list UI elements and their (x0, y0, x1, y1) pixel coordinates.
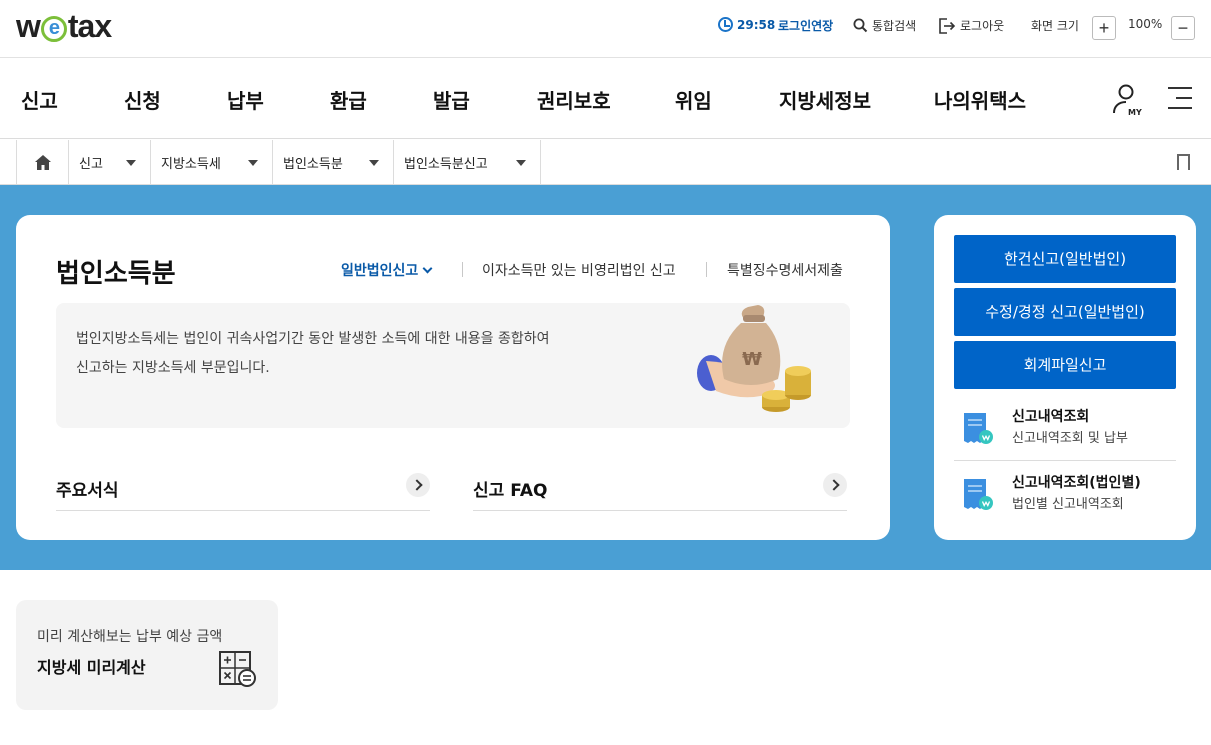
hamburger-menu-icon[interactable] (1168, 87, 1192, 111)
nav-item-local-tax-info[interactable]: 지방세정보 (779, 85, 871, 114)
logout-label: 로그아웃 (960, 19, 1005, 33)
money-bag-illustration: ₩ (697, 305, 811, 412)
document-search-icon (964, 479, 993, 510)
bookmark-icon[interactable] (1177, 154, 1190, 176)
breadcrumb-label: 신고 (79, 156, 103, 172)
timer-value: 29:58 (737, 17, 776, 32)
my-page-button[interactable]: MY (1112, 83, 1144, 117)
global-navigation: 신고 신청 납부 환급 발급 권리보호 위임 지방세정보 나의위택스 MY (0, 59, 1211, 139)
caret-down-icon (369, 160, 379, 166)
breadcrumb-level-2[interactable]: 지방소득세 (151, 140, 273, 184)
breadcrumb: 신고 지방소득세 법인소득분 법인소득분신고 (0, 140, 1211, 185)
main-forms-link[interactable]: 주요서식 (56, 473, 430, 511)
clock-icon (718, 17, 733, 32)
single-report-button[interactable]: 한건신고(일반법인) (954, 235, 1176, 283)
nav-item-apply[interactable]: 신청 (124, 85, 161, 114)
wetax-logo[interactable]: w e tax (16, 8, 112, 45)
tab-nonprofit-interest-report[interactable]: 이자소득만 있는 비영리법인 신고 (482, 260, 676, 280)
chevron-right-icon (823, 473, 847, 497)
zoom-in-button[interactable]: + (1092, 16, 1116, 40)
report-history-link[interactable]: 신고내역조회 신고내역조회 및 납부 (954, 403, 1176, 461)
caret-down-icon (248, 160, 258, 166)
integrated-search-button[interactable]: 통합검색 (853, 17, 916, 34)
nav-item-my-wetax[interactable]: 나의위택스 (934, 85, 1026, 114)
report-faq-link[interactable]: 신고 FAQ (473, 473, 847, 511)
home-icon (34, 154, 51, 170)
tab-divider (706, 262, 707, 277)
main-card: 법인소득분 일반법인신고 이자소득만 있는 비영리법인 신고 특별징수명세서제출… (16, 215, 890, 540)
breadcrumb-label: 법인소득분신고 (404, 156, 488, 172)
user-icon: MY (1113, 84, 1142, 117)
caret-down-icon (516, 160, 526, 166)
tab-divider (462, 262, 463, 277)
breadcrumb-label: 법인소득분 (283, 156, 343, 172)
calculator-icon (219, 651, 256, 687)
precalc-title: 지방세 미리계산 (37, 658, 146, 677)
page-title: 법인소득분 (56, 259, 176, 289)
nav-item-issue[interactable]: 발급 (433, 85, 470, 114)
accounting-file-report-button[interactable]: 회계파일신고 (954, 341, 1176, 389)
nav-item-rights-protection[interactable]: 권리보호 (537, 85, 611, 114)
precalc-subtitle: 미리 계산해보는 납부 예상 금액 (37, 629, 223, 645)
zoom-value: 100% (1128, 17, 1163, 31)
hero-section: 법인소득분 일반법인신고 이자소득만 있는 비영리법인 신고 특별징수명세서제출… (0, 185, 1211, 570)
nav-item-refund[interactable]: 환급 (330, 85, 367, 114)
description-box: 법인지방소득세는 법인이 귀속사업기간 동안 발생한 소득에 대한 내용을 종합… (56, 303, 850, 428)
nav-item-report[interactable]: 신고 (21, 85, 58, 114)
tax-precalc-card[interactable]: 미리 계산해보는 납부 예상 금액 지방세 미리계산 (16, 600, 278, 710)
breadcrumb-home[interactable] (16, 140, 69, 184)
tab-special-withholding-statement[interactable]: 특별징수명세서제출 (727, 260, 843, 280)
report-faq-label: 신고 FAQ (473, 481, 548, 501)
report-history-by-corp-subtitle: 법인별 신고내역조회 (1012, 497, 1124, 512)
breadcrumb-level-1[interactable]: 신고 (69, 140, 151, 184)
report-history-by-corp-title: 신고내역조회(법인별) (1012, 475, 1141, 491)
my-label: MY (1128, 108, 1142, 117)
quick-actions-panel: 한건신고(일반법인) 수정/경정 신고(일반법인) 회계파일신고 신고내역조회 … (934, 215, 1196, 540)
report-history-title: 신고내역조회 (1012, 409, 1090, 425)
search-label: 통합검색 (872, 19, 917, 33)
main-forms-label: 주요서식 (56, 481, 119, 501)
report-history-by-corp-link[interactable]: 신고내역조회(법인별) 법인별 신고내역조회 (954, 469, 1176, 527)
caret-down-icon (126, 160, 136, 166)
logout-icon (939, 17, 956, 34)
document-search-icon (964, 413, 993, 444)
session-timer: 29:58 (718, 17, 775, 32)
logout-button[interactable]: 로그아웃 (938, 17, 1004, 34)
report-history-subtitle: 신고내역조회 및 납부 (1012, 431, 1128, 446)
divider (954, 460, 1176, 461)
breadcrumb-level-4[interactable]: 법인소득분신고 (394, 140, 541, 184)
extend-login-button[interactable]: 로그인연장 (778, 17, 833, 34)
description-text: 법인지방소득세는 법인이 귀속사업기간 동안 발생한 소득에 대한 내용을 종합… (76, 331, 550, 376)
zoom-out-button[interactable]: − (1171, 16, 1195, 40)
nav-item-delegation[interactable]: 위임 (675, 85, 712, 114)
won-symbol: ₩ (742, 349, 762, 370)
chevron-right-icon (406, 473, 430, 497)
tab-general-corporate-report[interactable]: 일반법인신고 (341, 260, 431, 280)
amended-report-button[interactable]: 수정/경정 신고(일반법인) (954, 288, 1176, 336)
nav-item-payment[interactable]: 납부 (227, 85, 264, 114)
zoom-label: 화면 크기 (1031, 19, 1079, 33)
breadcrumb-label: 지방소득세 (161, 156, 221, 172)
breadcrumb-level-3[interactable]: 법인소득분 (273, 140, 394, 184)
search-icon (853, 18, 868, 33)
top-utility-bar: w e tax 29:58 로그인연장 통합검색 로그아웃 화면 크기 + 100%… (0, 0, 1211, 58)
